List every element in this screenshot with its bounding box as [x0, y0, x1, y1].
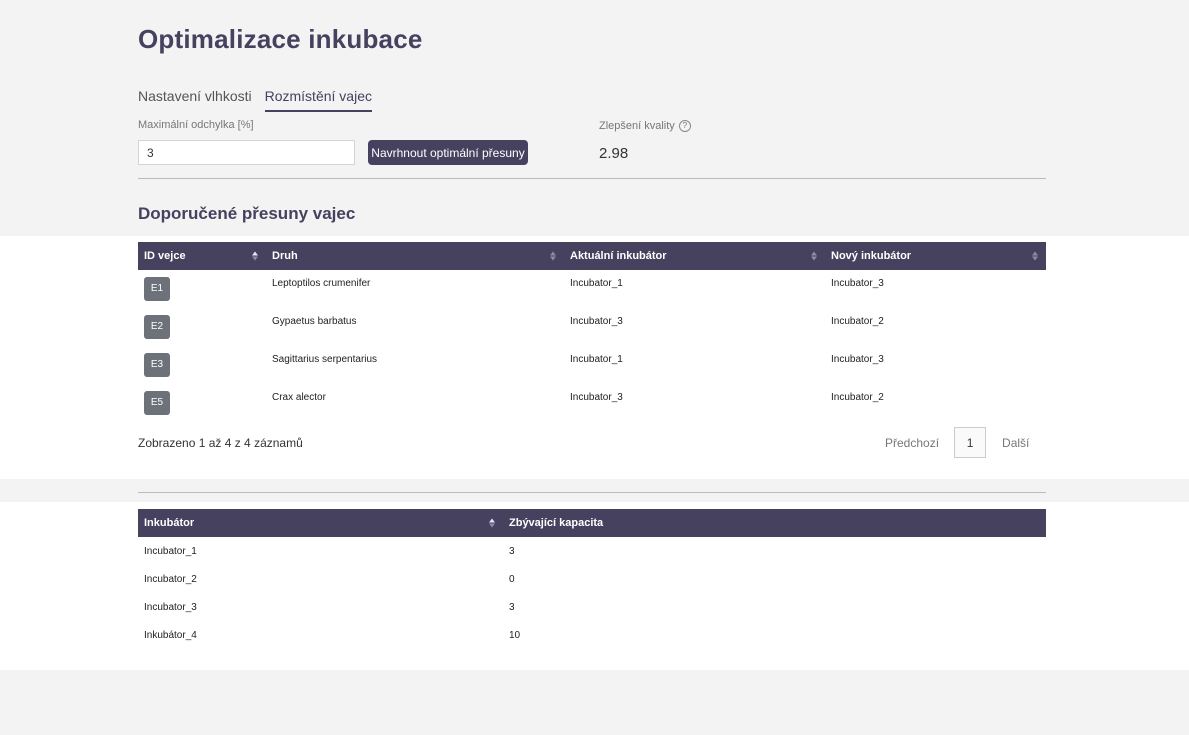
remaining-capacity-cell: 3 [509, 546, 515, 557]
max-deviation-input[interactable] [138, 140, 355, 165]
remaining-capacity-cell: 0 [509, 574, 515, 585]
help-icon[interactable]: ? [678, 120, 691, 132]
recommended-moves-title: Doporučené přesuny vajec [138, 204, 356, 223]
pagination-next-button[interactable]: Další [1002, 436, 1029, 450]
column-header-remaining-capacity-label: Zbývající kapacita [509, 517, 604, 529]
table-row: Incubator_2 0 [138, 565, 1046, 593]
egg-id-badge: E1 [144, 277, 170, 301]
new-incubator-cell: Incubator_2 [831, 392, 884, 403]
sort-asc-icon [489, 518, 495, 528]
incubator-name-cell: Incubator_3 [144, 602, 197, 613]
current-incubator-cell: Incubator_1 [570, 278, 623, 289]
table-row: E3 Sagittarius serpentarius Incubator_1 … [138, 346, 1046, 384]
quality-improvement-value: 2.98 [599, 145, 629, 162]
column-header-incubator[interactable]: Inkubátor [138, 509, 503, 537]
egg-id-badge: E2 [144, 315, 170, 339]
sort-icon [1032, 251, 1038, 261]
egg-moves-table: ID vejce Druh Aktuální inkubátor Nový in… [138, 242, 1046, 422]
pagination: Předchozí 1 Další [885, 427, 1029, 458]
column-header-current-incubator[interactable]: Aktuální inkubátor [564, 242, 825, 270]
tab-egg-placement[interactable]: Rozmístění vajec [264, 88, 372, 112]
egg-id-badge: E3 [144, 353, 170, 377]
sort-icon [811, 251, 817, 261]
column-header-species-label: Druh [272, 250, 298, 262]
incubator-name-cell: Inkubátor_4 [144, 630, 197, 641]
current-incubator-cell: Incubator_3 [570, 316, 623, 327]
table-row: E1 Leptoptilos crumenifer Incubator_1 In… [138, 270, 1046, 308]
column-header-current-incubator-label: Aktuální inkubátor [570, 250, 667, 262]
pagination-previous-button[interactable]: Předchozí [885, 436, 939, 450]
table-row: Incubator_3 3 [138, 593, 1046, 621]
max-deviation-label: Maximální odchylka [%] [138, 119, 254, 131]
remaining-capacity-cell: 10 [509, 630, 521, 641]
tab-bar: Nastavení vlhkosti Rozmístění vajec [138, 88, 372, 112]
incubator-name-cell: Incubator_1 [144, 546, 197, 557]
table-row: Inkubátor_4 10 [138, 621, 1046, 649]
suggest-optimal-moves-button[interactable]: Navrhnout optimální přesuny [368, 140, 528, 165]
tab-humidity-settings[interactable]: Nastavení vlhkosti [138, 88, 252, 112]
column-header-egg-id-label: ID vejce [144, 250, 186, 262]
column-header-new-incubator-label: Nový inkubátor [831, 250, 912, 262]
divider-bottom [138, 492, 1046, 493]
new-incubator-cell: Incubator_2 [831, 316, 884, 327]
column-header-species[interactable]: Druh [266, 242, 564, 270]
incubator-capacity-table: Inkubátor Zbývající kapacita Incubator_1… [138, 509, 1046, 649]
table-row: E5 Crax alector Incubator_3 Incubator_2 [138, 384, 1046, 422]
divider-top [138, 178, 1046, 179]
quality-improvement-label-text: Zlepšení kvality [599, 120, 675, 132]
species-cell: Leptoptilos crumenifer [272, 278, 371, 289]
table-info: Zobrazeno 1 až 4 z 4 záznamů [138, 436, 303, 450]
remaining-capacity-cell: 3 [509, 602, 515, 613]
page-title: Optimalizace inkubace [138, 24, 423, 54]
new-incubator-cell: Incubator_3 [831, 354, 884, 365]
column-header-remaining-capacity[interactable]: Zbývající kapacita [503, 509, 1046, 537]
pagination-page-1[interactable]: 1 [954, 427, 987, 458]
species-cell: Gypaetus barbatus [272, 316, 357, 327]
column-header-incubator-label: Inkubátor [144, 517, 195, 529]
table-row: Incubator_1 3 [138, 537, 1046, 565]
current-incubator-cell: Incubator_3 [570, 392, 623, 403]
sort-asc-icon [252, 251, 258, 261]
table-row: E2 Gypaetus barbatus Incubator_3 Incubat… [138, 308, 1046, 346]
sort-icon [550, 251, 556, 261]
column-header-new-incubator[interactable]: Nový inkubátor [825, 242, 1046, 270]
species-cell: Sagittarius serpentarius [272, 354, 378, 365]
column-header-egg-id[interactable]: ID vejce [138, 242, 266, 270]
incubator-name-cell: Incubator_2 [144, 574, 197, 585]
quality-improvement-label: Zlepšení kvality ? [599, 120, 691, 132]
species-cell: Crax alector [272, 392, 326, 403]
egg-id-badge: E5 [144, 391, 170, 415]
current-incubator-cell: Incubator_1 [570, 354, 623, 365]
new-incubator-cell: Incubator_3 [831, 278, 884, 289]
